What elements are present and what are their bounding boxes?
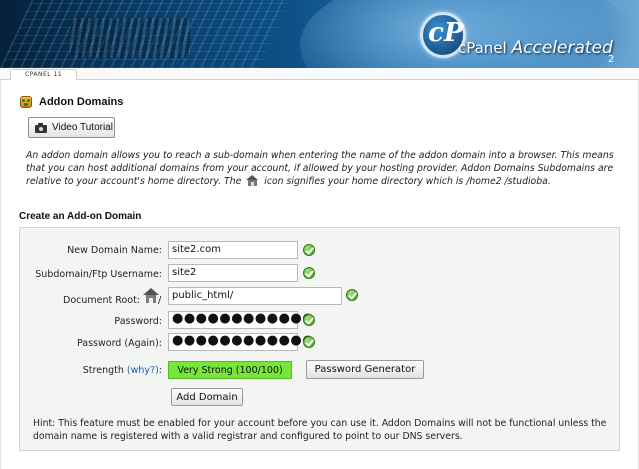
tab-strip: CPANEL 11 (0, 68, 639, 80)
password-input[interactable]: ●●●●●●●●●●●● (168, 311, 314, 329)
description-part2: icon signifies your home directory which… (264, 176, 551, 187)
subdomain-label: Subdomain/Ftp Username: (35, 269, 162, 280)
description-text: An addon domain allows you to reach a su… (26, 150, 626, 189)
strength-label-group: Strength (why?): (40, 365, 162, 376)
document-root-label: Document Root: (63, 295, 140, 306)
add-domain-button[interactable]: Add Domain (171, 388, 243, 406)
tab-cpanel[interactable]: CPANEL 11 (10, 69, 78, 80)
password-label: Password: (114, 316, 162, 327)
document-root-input[interactable]: public_html/ (168, 287, 342, 305)
camera-icon (35, 122, 47, 133)
logo-word: cPanel (458, 39, 507, 57)
password-check-icon (303, 314, 315, 326)
subdomain-check-icon (303, 267, 315, 279)
password-again-input[interactable]: ●●●●●●●●●●●● (168, 333, 314, 351)
addon-domains-icon (19, 95, 33, 109)
password-again-check-icon (303, 336, 315, 348)
new-domain-check-icon (303, 244, 315, 256)
header-banner: cP cPanel Accelerated 2 (0, 0, 639, 68)
banner-cables-graphic (70, 18, 190, 58)
strength-label: Strength (82, 365, 124, 376)
password-generator-button[interactable]: Password Generator (306, 360, 424, 379)
home-icon (246, 175, 259, 186)
document-root-slash: / (158, 295, 162, 306)
strength-colon: : (158, 365, 162, 376)
logo-accelerated: Accelerated (511, 38, 613, 58)
strength-meter: Very Strong (100/100) (168, 361, 292, 379)
logo-wordmark: cPanel Accelerated (458, 38, 613, 58)
video-tutorial-button[interactable]: Video Tutorial (28, 117, 115, 138)
page-title: Addon Domains (19, 94, 123, 110)
document-root-check-icon (346, 289, 358, 301)
section-title: Create an Add-on Domain (19, 211, 142, 222)
password-again-label: Password (Again): (76, 338, 162, 349)
strength-why-link[interactable]: (why?) (127, 365, 159, 376)
new-domain-label: New Domain Name: (67, 245, 162, 256)
new-domain-input[interactable]: site2.com (168, 241, 298, 259)
video-tutorial-label: Video Tutorial (52, 122, 113, 133)
page-title-text: Addon Domains (39, 96, 124, 108)
cpanel-logo: cP cPanel Accelerated 2 (420, 10, 630, 65)
logo-version: 2 (608, 54, 615, 65)
subdomain-input[interactable]: site2 (168, 264, 298, 282)
hint-text: Hint: This feature must be enabled for y… (33, 418, 607, 442)
